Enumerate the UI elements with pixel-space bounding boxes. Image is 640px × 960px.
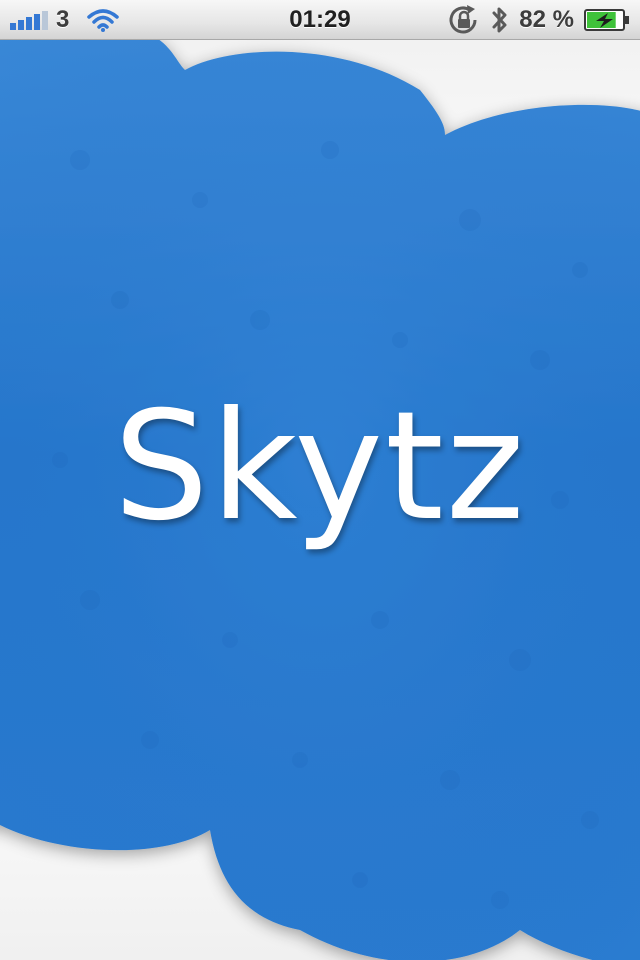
- bluetooth-icon: [491, 5, 509, 35]
- status-bar-right: 82 %: [447, 0, 630, 40]
- wifi-icon: [87, 8, 120, 32]
- status-bar: 3 01:29 82 %: [0, 0, 640, 40]
- carrier-name: 3: [56, 6, 70, 33]
- splash-screen[interactable]: Skytz: [0, 40, 640, 960]
- battery-percent: 82 %: [519, 6, 574, 33]
- battery-charging-icon: [584, 8, 630, 32]
- status-bar-left: 3: [10, 0, 120, 40]
- signal-bars-icon: [10, 10, 48, 30]
- app-title: Skytz: [113, 380, 527, 554]
- rotation-lock-icon: [447, 5, 481, 35]
- status-clock: 01:29: [289, 6, 351, 33]
